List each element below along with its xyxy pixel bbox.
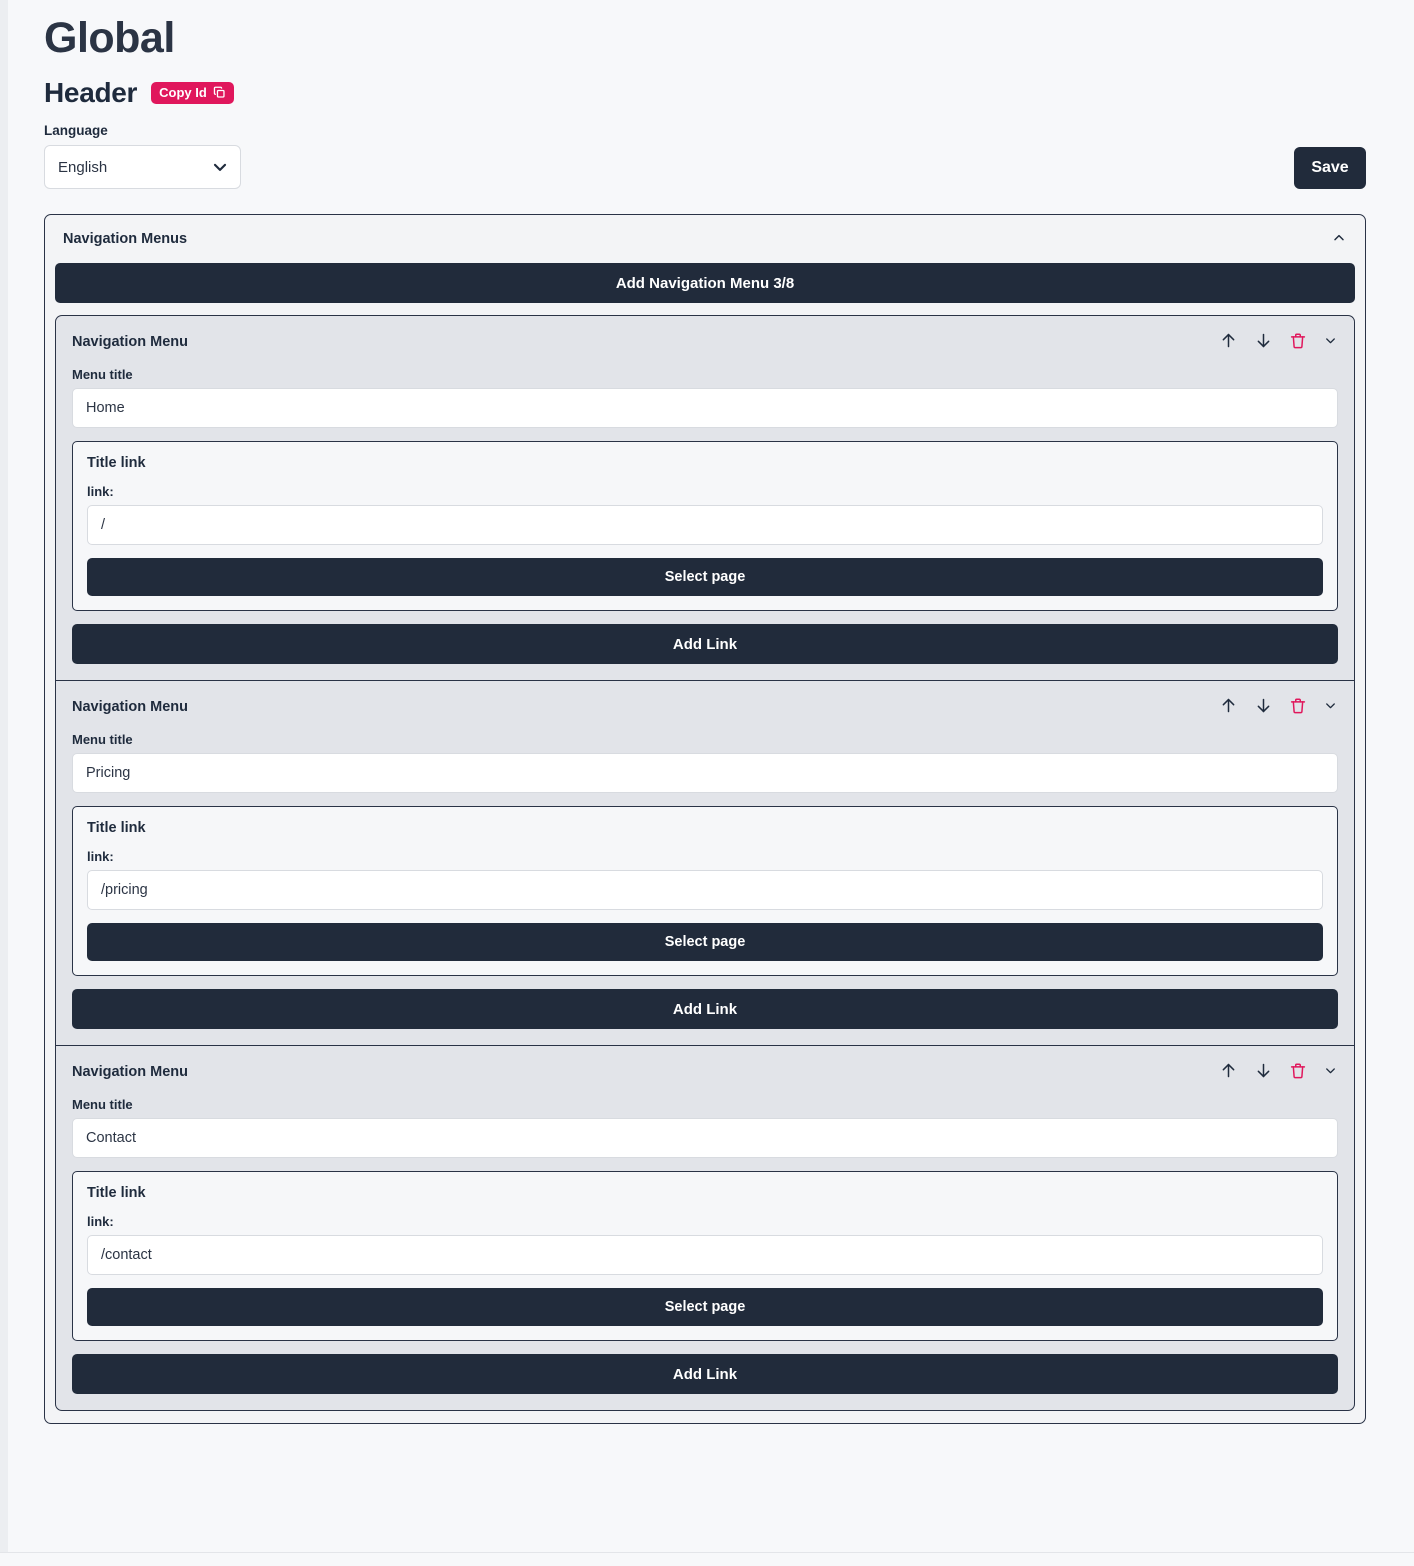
title-link-panel: Title link link: Select page [72,441,1338,612]
menu-title-input[interactable] [72,753,1338,794]
title-link-label: Title link [87,820,146,837]
menu-title-label: Menu title [72,1097,133,1113]
expand-card-button[interactable] [1323,698,1338,716]
title-link-label: Title link [87,1185,146,1202]
move-up-button[interactable] [1219,696,1238,718]
card-actions [1219,696,1338,718]
arrow-down-icon [1254,331,1273,353]
navigation-menu-card: Navigation Menu [55,680,1355,1046]
link-input[interactable] [87,870,1323,911]
subtitle-row: Header Copy Id [44,77,1414,109]
delete-menu-button[interactable] [1289,697,1307,718]
language-label: Language [44,123,108,139]
card-title: Navigation Menu [72,1064,189,1081]
page-subtitle: Header [44,77,138,109]
save-button[interactable]: Save [1294,147,1366,190]
trash-icon [1289,1062,1307,1083]
left-gutter [0,0,8,1553]
arrow-up-icon [1219,696,1238,718]
card-actions [1219,1061,1338,1083]
expand-card-button[interactable] [1323,1063,1338,1081]
move-down-button[interactable] [1254,696,1273,718]
copy-icon [213,86,226,99]
menu-title-input[interactable] [72,1118,1338,1159]
menu-title-input[interactable] [72,388,1338,429]
menu-title-label: Menu title [72,732,133,748]
copy-id-label: Copy Id [159,85,207,101]
card-header: Navigation Menu [72,1060,1338,1084]
link-label: link: [87,1214,114,1230]
navigation-menu-card: Navigation Menu [55,315,1355,681]
link-label: link: [87,484,114,500]
bottom-divider [0,1552,1414,1553]
arrow-up-icon [1219,331,1238,353]
link-label: link: [87,849,114,865]
menu-title-label: Menu title [72,367,133,383]
navigation-menus-section: Navigation Menus Add Navigation Menu 3/8… [44,214,1366,1425]
select-page-button[interactable]: Select page [87,923,1323,962]
navigation-menus-title: Navigation Menus [63,231,188,248]
arrow-up-icon [1219,1061,1238,1083]
copy-id-button[interactable]: Copy Id [151,82,234,105]
trash-icon [1289,697,1307,718]
add-link-button[interactable]: Add Link [72,1354,1338,1395]
link-input[interactable] [87,505,1323,546]
title-link-panel: Title link link: Select page [72,806,1338,977]
title-link-label: Title link [87,455,146,472]
chevron-down-icon [210,157,230,177]
page-title: Global [44,14,175,62]
trash-icon [1289,332,1307,353]
card-header: Navigation Menu [72,695,1338,719]
card-title: Navigation Menu [72,334,189,351]
page-content: Global Header Copy Id Language English S… [8,0,1414,1425]
move-down-button[interactable] [1254,1061,1273,1083]
move-up-button[interactable] [1219,1061,1238,1083]
select-page-button[interactable]: Select page [87,558,1323,597]
chevron-up-icon [1331,230,1347,249]
move-up-button[interactable] [1219,331,1238,353]
arrow-down-icon [1254,696,1273,718]
card-title: Navigation Menu [72,699,189,716]
navigation-menu-list: Navigation Menu Menu title Home Title li… [55,315,1355,1412]
language-select[interactable]: English [44,145,241,190]
move-down-button[interactable] [1254,331,1273,353]
page-root: Global Header Copy Id Language English S… [0,0,1414,1566]
arrow-down-icon [1254,1061,1273,1083]
navigation-menus-header: Navigation Menus [55,226,1355,252]
add-navigation-menu-button[interactable]: Add Navigation Menu 3/8 [55,263,1355,304]
delete-menu-button[interactable] [1289,1062,1307,1083]
language-select-value: English [58,158,108,176]
add-link-button[interactable]: Add Link [72,989,1338,1030]
expand-card-button[interactable] [1323,333,1338,351]
navigation-menu-card: Navigation Menu [55,1045,1355,1412]
add-link-button[interactable]: Add Link [72,624,1338,665]
card-actions [1219,331,1338,353]
language-row: Language English Save [44,123,1414,190]
chevron-down-icon [1323,333,1338,351]
collapse-section-button[interactable] [1329,230,1349,249]
card-header: Navigation Menu [72,330,1338,354]
chevron-down-icon [1323,1063,1338,1081]
chevron-down-icon [1323,698,1338,716]
title-link-panel: Title link link: Select page [72,1171,1338,1342]
page-header: Global Header Copy Id Language English S… [8,0,1414,190]
language-group: Language English [44,123,241,190]
select-page-button[interactable]: Select page [87,1288,1323,1327]
link-input[interactable] [87,1235,1323,1276]
delete-menu-button[interactable] [1289,332,1307,353]
